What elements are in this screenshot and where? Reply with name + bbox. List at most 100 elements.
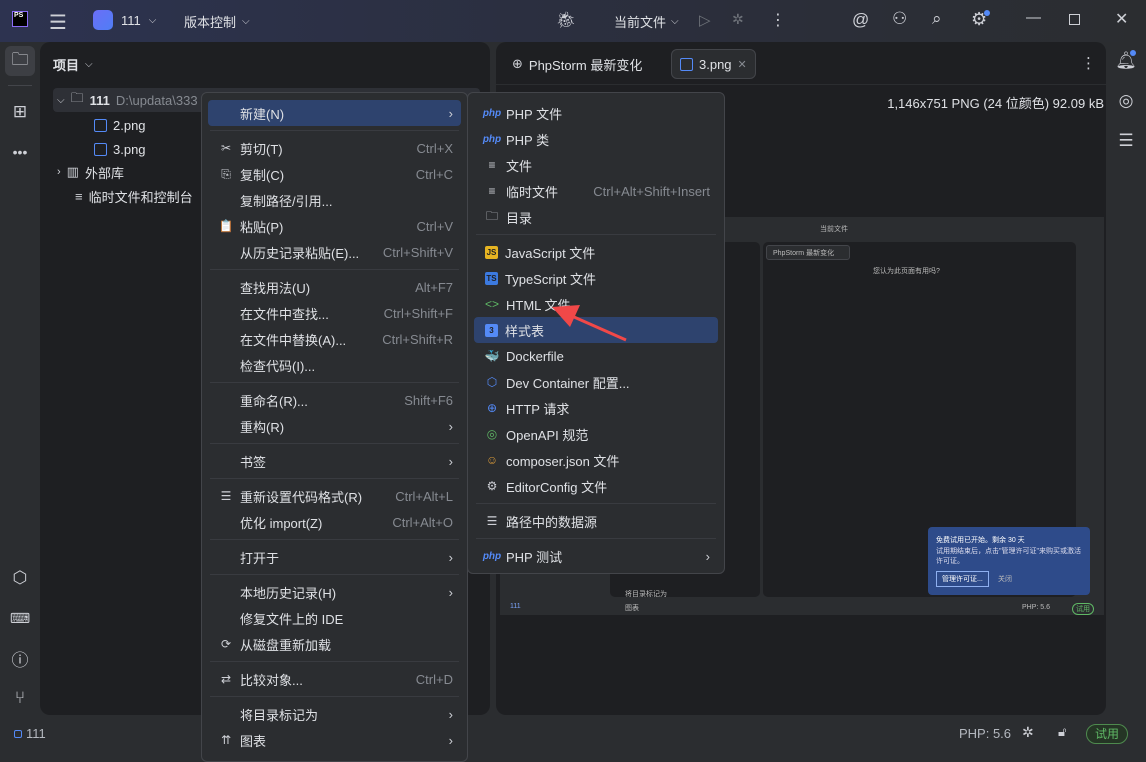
menu-item[interactable]: ☺ composer.json 文件 [474,447,718,473]
menu-item-label: 在文件中替换(A)... [240,332,347,348]
tab-3-png[interactable]: 3.png ✕ [671,49,756,79]
main-menu-icon[interactable]: ☰ [49,10,67,35]
add-user-icon[interactable]: ⚇ [892,9,907,29]
menu-item[interactable]: TS TypeScript 文件 [474,265,718,291]
menu-item[interactable]: 在文件中查找... Ctrl+Shift+F [208,300,461,326]
menu-item[interactable]: 📋 粘贴(P) Ctrl+V [208,213,461,239]
code-analysis-bug-icon[interactable]: ✲ [1022,724,1034,741]
menu-item[interactable]: ⎘ 复制(C) Ctrl+C [208,161,461,187]
menu-item[interactable]: ☰ 重新设置代码格式(R) Ctrl+Alt+L [208,483,461,509]
maximize-button[interactable] [1069,14,1080,25]
minimize-button[interactable]: — [1026,9,1041,26]
debug-bug-icon[interactable]: 🐞︎ [556,10,576,30]
menu-item[interactable]: ✂ 剪切(T) Ctrl+X [208,135,461,161]
menu-item[interactable]: ⇄ 比较对象... Ctrl+D [208,666,461,692]
menu-item[interactable]: 查找用法(U) Alt+F7 [208,274,461,300]
menu-item[interactable]: 在文件中替换(A)... Ctrl+Shift+R [208,326,461,352]
menu-separator [210,443,459,444]
chevron-right-icon: › [448,549,453,565]
vcs-menu[interactable]: 版本控制 ⌵ [184,12,250,31]
search-icon[interactable]: ⌕ [932,9,942,29]
menu-item[interactable]: ⬡ Dev Container 配置... [474,369,718,395]
trial-badge[interactable]: 试用 [1086,724,1128,744]
menu-item-label: 书签 [240,454,267,470]
tab-label: 3.png [699,56,732,72]
project-avatar [93,10,113,30]
menu-item-label: 新建(N) [240,106,285,122]
menu-item[interactable]: 重构(R) › [208,413,461,439]
menu-item-icon: php [482,550,502,562]
menu-separator [210,269,459,270]
menu-item-label: 从历史记录粘贴(E)... [240,245,360,261]
settings-gear-icon[interactable]: ⚙ [971,9,991,30]
run-icon[interactable]: ▷ [699,11,711,29]
menu-item-icon: JS [485,245,498,259]
tree-item-file[interactable]: 3.png [94,137,146,161]
menu-item[interactable]: ⟳ 从磁盘重新加载 [208,631,461,657]
menu-item[interactable]: ⚙ EditorConfig 文件 [474,473,718,499]
menu-item[interactable]: 检查代码(I)... [208,352,461,378]
menu-item[interactable]: 本地历史记录(H) › [208,579,461,605]
tab-phpstorm-whats-new[interactable]: ⊕ PhpStorm 最新变化 [504,49,650,79]
menu-item[interactable]: ≡ 文件 [474,152,718,178]
menu-item[interactable]: 新建(N) › [208,100,461,126]
terminal-icon[interactable]: ⌨ [5,603,35,633]
menu-item-label: 文件 [506,158,533,174]
close-tab-icon[interactable]: ✕ [738,58,747,71]
menu-item[interactable]: 重命名(R)... Shift+F6 [208,387,461,413]
close-window-button[interactable]: ✕ [1115,9,1128,29]
menu-item[interactable]: ☰ 路径中的数据源 [474,508,718,534]
preview-run-config: 当前文件 [820,226,848,233]
database-icon[interactable]: ☰ [1111,126,1141,156]
menu-item[interactable]: ⇈ 图表 › [208,727,461,753]
menu-item-label: 打开于 [240,550,280,566]
ai-chat-icon[interactable]: ◎ [1111,86,1141,116]
ai-assistant-icon[interactable]: @ [852,10,869,30]
menu-item[interactable]: 优化 import(Z) Ctrl+Alt+O [208,509,461,535]
menu-item[interactable]: 修复文件上的 IDE [208,605,461,631]
debug-icon[interactable]: ✲ [732,11,744,28]
chevron-right-icon: › [448,732,453,748]
preview-menu-item: 图表 [625,605,639,612]
menu-separator [210,130,459,131]
project-tool-folder-icon[interactable]: 🗀 [5,46,35,76]
project-switcher[interactable]: 111 ⌵ [93,10,156,30]
structure-icon[interactable]: ⊞ [5,97,35,127]
menu-item[interactable]: 打开于 › [208,544,461,570]
status-project[interactable]: 111 [14,726,46,741]
menu-item-icon: TS [485,271,498,285]
more-vertical-icon[interactable]: ⋮ [1081,54,1096,72]
project-name: 111 [121,12,141,28]
menu-separator [476,503,716,504]
run-config-select[interactable]: 当前文件 ⌵ [614,12,679,31]
menu-item[interactable]: php PHP 测试 › [474,543,718,569]
menu-item[interactable]: 从历史记录粘贴(E)... Ctrl+Shift+V [208,239,461,265]
git-branch-icon[interactable]: ⑂ [5,683,35,713]
more-tools-icon[interactable]: ••• [5,137,35,167]
menu-item[interactable]: JS JavaScript 文件 [474,239,718,265]
menu-item-label: Dockerfile [506,348,564,364]
menu-item[interactable]: ≡ 临时文件 Ctrl+Alt+Shift+Insert [474,178,718,204]
menu-item[interactable]: ⊕ HTTP 请求 [474,395,718,421]
run-services-icon[interactable]: ⬡ [5,563,35,593]
tree-item-external-libraries[interactable]: › ▥ 外部库 [57,160,124,184]
menu-item[interactable]: php PHP 类 [474,126,718,152]
menu-item[interactable]: 将目录标记为 › [208,701,461,727]
problems-icon[interactable]: ⓘ [5,643,35,673]
context-menu: 新建(N) › ✂ 剪切(T) Ctrl+X ⎘ 复制(C) Ctrl+C 复制路径/引用...… [201,92,468,762]
php-version[interactable]: PHP: 5.6 [959,726,1011,741]
menu-item-shortcut: Ctrl+Shift+V [382,244,453,260]
menu-item[interactable]: php PHP 文件 [474,100,718,126]
tree-item-scratches[interactable]: ≡ 临时文件和控制台 [75,184,193,208]
project-view-selector[interactable]: 项目 ⌵ [53,55,93,74]
menu-item[interactable]: 🗀 目录 [474,204,718,230]
tree-item-file[interactable]: 2.png [94,113,146,137]
more-vertical-icon[interactable]: ⋮ [770,10,786,30]
menu-item[interactable]: 复制路径/引用... [208,187,461,213]
menu-item[interactable]: 书签 › [208,448,461,474]
unlock-icon[interactable]: 🔓︎ [1058,724,1066,740]
vcs-label: 版本控制 [184,15,237,30]
menu-item[interactable]: ◎ OpenAPI 规范 [474,421,718,447]
notifications-bell-icon[interactable]: 🔔︎ [1111,46,1141,76]
preview-php: PHP: 5.6 [1022,604,1051,611]
